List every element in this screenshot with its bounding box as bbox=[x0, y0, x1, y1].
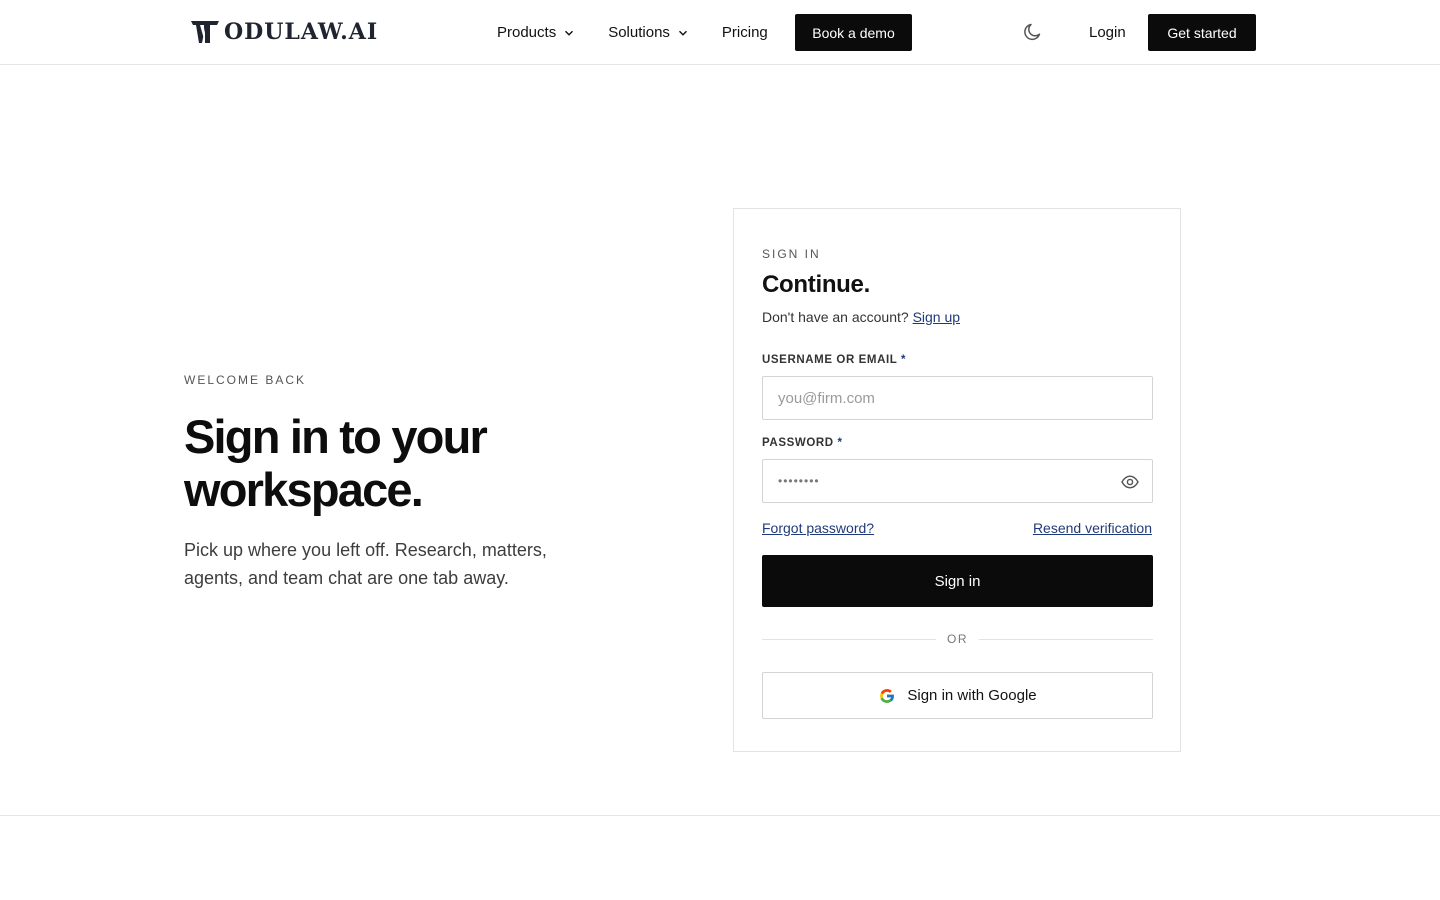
hero-subtitle: Pick up where you left off. Research, ma… bbox=[184, 540, 547, 588]
google-icon bbox=[880, 688, 895, 703]
login-link[interactable]: Login bbox=[1089, 14, 1126, 51]
nav-products-label: Products bbox=[497, 24, 557, 41]
username-label: USERNAME OR EMAIL * bbox=[762, 354, 906, 366]
brand-logo[interactable]: ODULAW.AI bbox=[190, 18, 378, 46]
chevron-down-icon bbox=[678, 30, 687, 36]
footer-divider bbox=[0, 815, 1440, 816]
or-divider: OR bbox=[947, 632, 968, 646]
nav-pricing[interactable]: Pricing bbox=[722, 14, 768, 51]
required-mark: * bbox=[837, 437, 843, 449]
nav-pricing-label: Pricing bbox=[721, 24, 768, 41]
divider-line-left bbox=[762, 639, 936, 640]
main-nav: Products Solutions Pricing bbox=[497, 14, 768, 51]
signup-prompt: Don't have an account? Sign up bbox=[762, 309, 960, 325]
hero-title: Sign in to your workspace. bbox=[184, 410, 488, 516]
signin-title: Continue. bbox=[762, 271, 870, 298]
nav-products[interactable]: Products bbox=[497, 14, 574, 51]
password-label: PASSWORD * bbox=[762, 437, 843, 449]
sign-in-button[interactable]: Sign in bbox=[762, 555, 1153, 607]
google-signin-label: Sign in with Google bbox=[907, 687, 1037, 704]
username-input[interactable] bbox=[762, 376, 1153, 420]
resend-verification-link[interactable]: Resend verification bbox=[1033, 520, 1152, 536]
google-signin-button[interactable]: Sign in with Google bbox=[762, 672, 1153, 719]
nav-solutions-label: Solutions bbox=[608, 24, 670, 41]
password-label-text: PASSWORD bbox=[762, 437, 834, 449]
chevron-down-icon bbox=[565, 30, 574, 36]
required-mark: * bbox=[901, 354, 907, 366]
signup-link[interactable]: Sign up bbox=[913, 309, 960, 325]
logo-mark-icon bbox=[191, 21, 219, 43]
username-label-text: USERNAME OR EMAIL bbox=[762, 354, 898, 366]
top-navbar: ODULAW.AI Products Solutions Pricing Boo… bbox=[0, 0, 1440, 65]
no-account-text: Don't have an account? bbox=[762, 309, 909, 325]
signin-card: SIGN IN Continue. Don't have an account?… bbox=[733, 208, 1181, 752]
forgot-password-link[interactable]: Forgot password? bbox=[762, 520, 874, 536]
nav-solutions[interactable]: Solutions bbox=[608, 14, 688, 51]
divider-line-right bbox=[979, 639, 1153, 640]
welcome-eyebrow: WELCOME BACK bbox=[184, 373, 307, 387]
signin-eyebrow: SIGN IN bbox=[762, 247, 821, 261]
book-demo-button[interactable]: Book a demo bbox=[795, 14, 912, 51]
eye-icon[interactable] bbox=[1120, 472, 1140, 492]
brand-name: ODULAW.AI bbox=[224, 19, 379, 45]
get-started-button[interactable]: Get started bbox=[1148, 14, 1256, 51]
password-masked-value: •••••••• bbox=[778, 474, 820, 488]
moon-icon[interactable] bbox=[1022, 21, 1044, 43]
password-input[interactable]: •••••••• bbox=[762, 459, 1153, 503]
